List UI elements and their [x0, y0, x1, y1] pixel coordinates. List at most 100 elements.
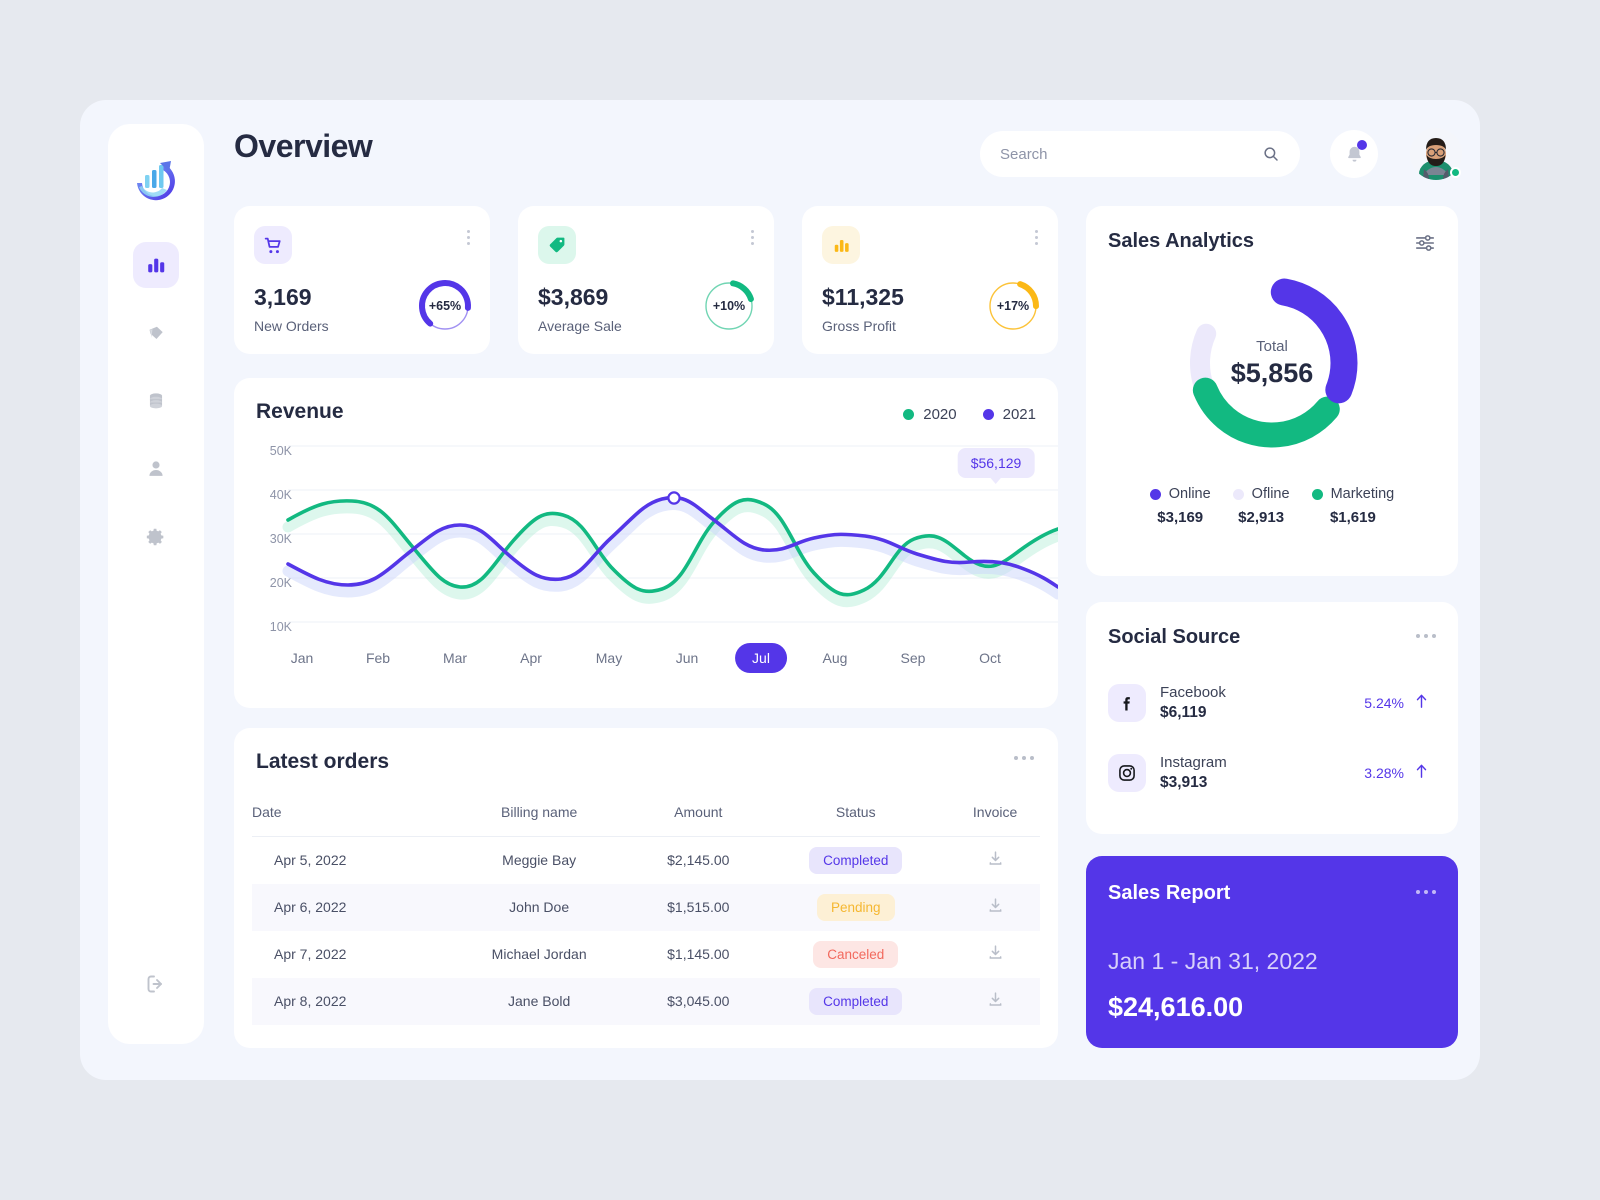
orders-menu-button[interactable] — [1014, 756, 1034, 760]
bar-chart-icon — [148, 258, 165, 273]
cell-amount: $2,145.00 — [667, 852, 730, 869]
donut-center-label: Total $5,856 — [1177, 268, 1367, 458]
stat-card-gross-profit: $11,325 Gross Profit +17% — [802, 206, 1058, 354]
sales-donut-chart: Total $5,856 — [1177, 268, 1367, 458]
legend-item-2020[interactable]: 2020 — [903, 406, 957, 423]
social-percent: 5.24% — [1364, 695, 1404, 711]
sliders-icon — [1415, 235, 1435, 251]
report-menu-button[interactable] — [1416, 890, 1436, 894]
x-tick-oct[interactable]: Oct — [979, 650, 1001, 666]
column-header-date: Date — [252, 792, 444, 837]
table-row[interactable]: Apr 7, 2022 Michael Jordan $1,145.00 Can… — [252, 931, 1040, 978]
x-tick-sep[interactable]: Sep — [901, 650, 926, 666]
sidebar-item-dashboard[interactable] — [133, 242, 179, 288]
filter-settings-button[interactable] — [1414, 232, 1436, 259]
stat-percent: +65% — [428, 299, 462, 313]
x-tick-aug[interactable]: Aug — [823, 650, 848, 666]
status-badge: Completed — [809, 987, 903, 1015]
search-icon[interactable] — [1262, 145, 1280, 163]
stat-value: 3,169 — [254, 284, 312, 310]
cell-status: Completed — [761, 978, 950, 1025]
column-header-invoice: Invoice — [950, 792, 1040, 837]
trend-up-icon — [1415, 693, 1428, 713]
cell-invoice — [950, 837, 1040, 884]
cell-invoice — [950, 978, 1040, 1025]
x-tick-jul[interactable]: Jul — [735, 643, 787, 673]
legend-label: 2020 — [923, 406, 957, 423]
legend-item-marketing[interactable]: Marketing $1,619 — [1311, 486, 1395, 526]
legend-item-2021[interactable]: 2021 — [982, 406, 1036, 423]
bar-chart-icon — [834, 239, 849, 252]
sidebar-item-settings[interactable] — [133, 514, 179, 560]
cell-date: Apr 6, 2022 — [274, 899, 347, 915]
progress-ring: +17% — [985, 278, 1041, 334]
cell-status: Canceled — [761, 931, 950, 978]
table-row[interactable]: Apr 5, 2022 Meggie Bay $2,145.00 Complet… — [252, 837, 1040, 884]
x-tick-mar[interactable]: Mar — [443, 650, 467, 666]
cell-amount: $1,145.00 — [667, 946, 730, 962]
card-menu-button[interactable] — [751, 230, 754, 245]
facebook-icon — [1108, 684, 1146, 722]
legend-value: $3,169 — [1157, 509, 1204, 526]
stat-card-average-sale: $3,869 Average Sale +10% — [518, 206, 774, 354]
notification-badge-dot — [1357, 140, 1367, 150]
chart-highlight-point — [667, 491, 681, 505]
legend-value: $1,619 — [1329, 509, 1376, 526]
x-tick-apr[interactable]: Apr — [520, 650, 542, 666]
download-icon[interactable] — [986, 992, 1005, 1012]
cart-icon-badge — [254, 226, 292, 264]
cell-billing-name: John Doe — [509, 899, 570, 915]
donut-total-value: $5,856 — [1230, 357, 1314, 388]
download-icon[interactable] — [986, 851, 1005, 871]
user-icon — [149, 461, 163, 476]
trend-up-icon — [1415, 763, 1428, 783]
stat-label: New Orders — [254, 318, 329, 334]
table-header-row: Date Billing name Amount Status Invoice — [252, 792, 1040, 837]
sales-report-range: Jan 1 - Jan 31, 2022 — [1108, 948, 1318, 974]
progress-ring: +65% — [417, 278, 473, 334]
notifications-button[interactable] — [1330, 130, 1378, 178]
user-avatar-button[interactable] — [1410, 128, 1462, 180]
legend-item-ofline[interactable]: Ofline $2,913 — [1232, 486, 1290, 526]
legend-value: $2,913 — [1238, 509, 1285, 526]
legend-dot — [982, 409, 994, 420]
social-source-title: Social Source — [1108, 626, 1241, 648]
legend-item-online[interactable]: Online $3,169 — [1149, 486, 1211, 526]
card-menu-button[interactable] — [1035, 230, 1038, 245]
legend-label: Marketing — [1330, 486, 1395, 502]
search-input[interactable] — [1000, 145, 1262, 163]
sidebar-item-products[interactable] — [133, 310, 179, 356]
card-menu-button[interactable] — [467, 230, 470, 245]
tag-icon — [549, 237, 565, 253]
revenue-line-chart — [234, 440, 1064, 640]
column-header-amount: Amount — [635, 792, 762, 837]
column-header-billing-name: Billing name — [443, 792, 636, 837]
latest-orders-title: Latest orders — [256, 750, 390, 773]
x-tick-jun[interactable]: Jun — [676, 650, 699, 666]
download-icon[interactable] — [986, 945, 1005, 965]
cell-date: Apr 7, 2022 — [274, 946, 347, 962]
search-box[interactable] — [980, 131, 1300, 177]
app-window: Overview Search 3,169 New Orders +65% $3… — [80, 100, 1480, 1080]
table-row[interactable]: Apr 6, 2022 John Doe $1,515.00 Pending — [252, 883, 1040, 931]
cell-billing-name: Jane Bold — [508, 993, 571, 1009]
x-tick-feb[interactable]: Feb — [366, 650, 390, 666]
social-menu-button[interactable] — [1416, 634, 1436, 638]
legend-dot — [1149, 488, 1161, 500]
sidebar-item-users[interactable] — [133, 446, 179, 492]
revenue-legend: 2020 2021 — [903, 406, 1036, 423]
table-row[interactable]: Apr 8, 2022 Jane Bold $3,045.00 Complete… — [252, 977, 1040, 1025]
social-row-instagram[interactable]: Instagram $3,913 3.28% — [1108, 750, 1438, 796]
cell-date: Apr 8, 2022 — [274, 993, 347, 1009]
gear-icon — [146, 528, 164, 546]
download-icon[interactable] — [986, 898, 1005, 918]
x-tick-jan[interactable]: Jan — [291, 650, 314, 666]
status-badge: Pending — [816, 893, 895, 921]
sidebar-item-database[interactable] — [133, 378, 179, 424]
x-tick-may[interactable]: May — [596, 650, 622, 666]
cart-icon — [264, 237, 281, 253]
sales-analytics-title: Sales Analytics — [1108, 230, 1255, 252]
database-icon — [149, 393, 163, 409]
logout-button[interactable] — [136, 964, 176, 1004]
social-row-facebook[interactable]: Facebook $6,119 5.24% — [1108, 680, 1438, 726]
